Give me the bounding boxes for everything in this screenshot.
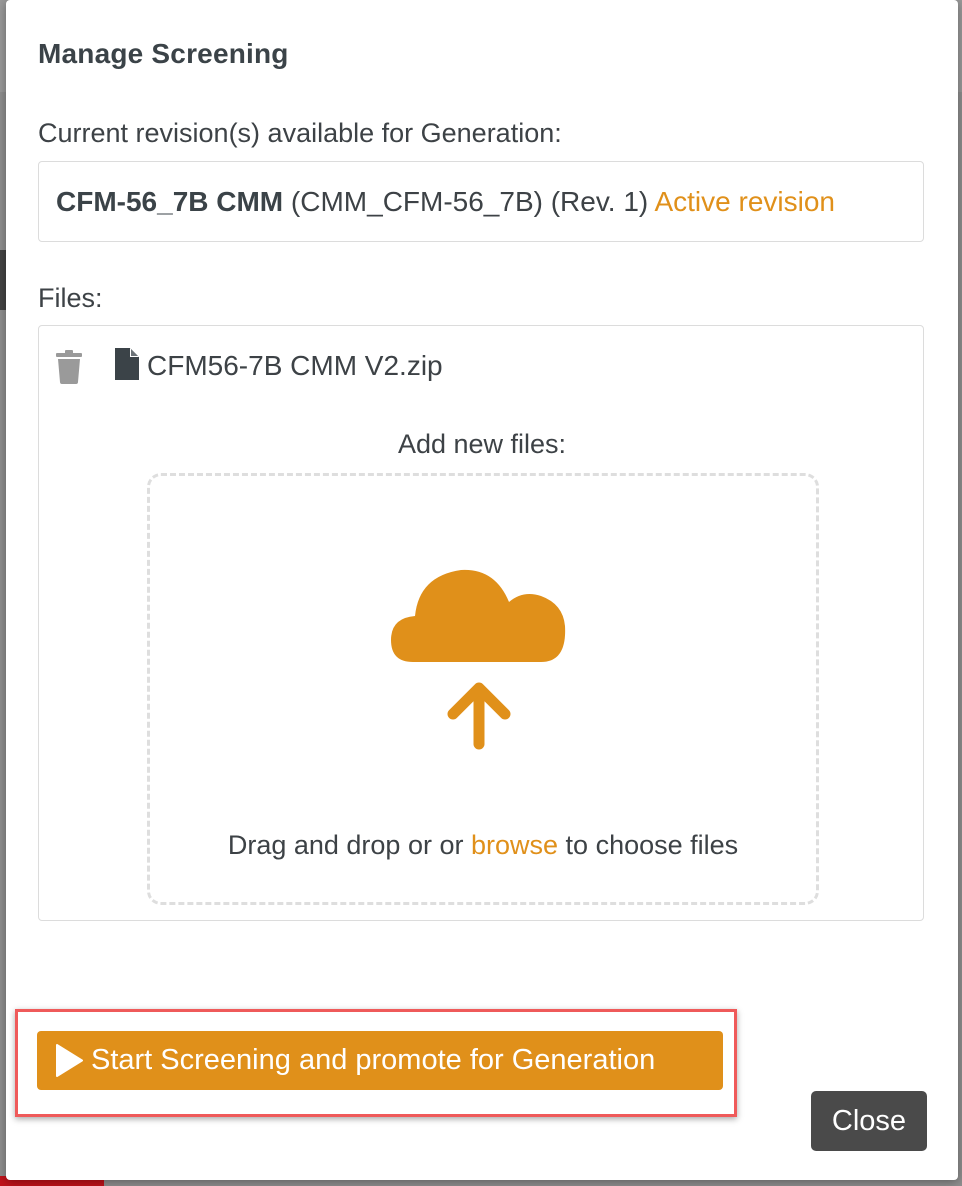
play-icon (56, 1044, 83, 1077)
files-panel: CFM56-7B CMM V2.zip Add new files: Drag … (38, 325, 924, 921)
add-files-label: Add new files: (397, 429, 567, 459)
file-dropzone[interactable]: Drag and drop or or browse to choose fil… (147, 473, 819, 905)
revision-label: Current revision(s) available for Genera… (38, 118, 562, 148)
revision-name: CFM-56_7B CMM (56, 186, 284, 217)
close-button[interactable]: Close (811, 1091, 927, 1151)
modal-title: Manage Screening (38, 38, 289, 69)
start-screening-button[interactable]: Start Screening and promote for Generati… (37, 1031, 723, 1090)
revision-box: CFM-56_7B CMM (CMM_CFM-56_7B) (Rev. 1) A… (38, 161, 924, 242)
manage-screening-modal: Manage Screening Current revision(s) ava… (6, 0, 958, 1180)
browse-link[interactable]: browse (471, 830, 558, 860)
revision-line: CFM-56_7B CMM (CMM_CFM-56_7B) (Rev. 1) A… (56, 186, 835, 218)
dropzone-text-after: to choose files (565, 830, 739, 860)
dropzone-instructions: Drag and drop or or browse to choose fil… (150, 830, 816, 861)
revision-code: (CMM_CFM-56_7B) (290, 186, 543, 217)
file-name: CFM56-7B CMM V2.zip (147, 350, 443, 381)
dropzone-text-before: Drag and drop or or (227, 830, 464, 860)
file-icon (115, 348, 139, 380)
file-list-item: CFM56-7B CMM V2.zip (55, 348, 655, 384)
revision-status: Active revision (654, 186, 835, 217)
trash-icon[interactable] (55, 350, 83, 384)
start-screening-label: Start Screening and promote for Generati… (91, 1044, 656, 1076)
files-label: Files: (38, 283, 103, 313)
revision-number: (Rev. 1) (550, 186, 649, 217)
cloud-upload-icon (391, 569, 566, 750)
